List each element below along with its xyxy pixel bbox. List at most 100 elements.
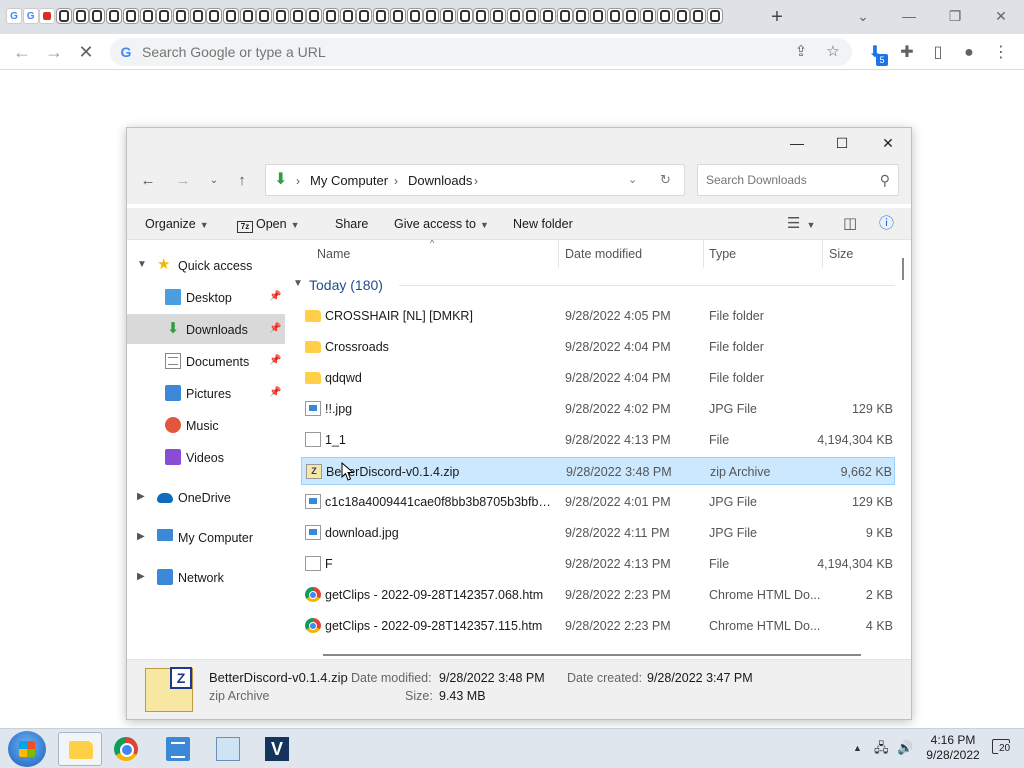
forward-arrow-icon[interactable]: →: [42, 40, 66, 64]
new-tab-button[interactable]: +: [765, 6, 789, 28]
browser-tab[interactable]: [389, 8, 406, 24]
taskbar-monitor-app[interactable]: [206, 732, 250, 766]
browser-tab[interactable]: [706, 8, 723, 24]
column-header-date[interactable]: Date modified: [565, 246, 642, 262]
expand-chevron-icon[interactable]: ▶: [137, 530, 145, 544]
maximize-window-button[interactable]: ☐: [827, 132, 857, 154]
taskbar-v-app[interactable]: V: [255, 732, 299, 766]
scrollbar-thumb[interactable]: [902, 258, 904, 280]
browser-tab[interactable]: [406, 8, 423, 24]
search-input[interactable]: [706, 172, 866, 188]
close-window-button[interactable]: ✕: [873, 132, 903, 154]
back-icon[interactable]: ←: [137, 170, 159, 192]
browser-tab[interactable]: [523, 8, 540, 24]
browser-tab[interactable]: [256, 8, 273, 24]
omnibox-input[interactable]: [142, 42, 782, 62]
browser-tab[interactable]: [439, 8, 456, 24]
file-row[interactable]: BetterDiscord-v0.1.4.zip 9/28/2022 3:48 P…: [301, 457, 895, 485]
browser-tab[interactable]: [72, 8, 89, 24]
address-bar[interactable]: ⬇ › My Computer › Downloads › ⌄ ↻: [265, 164, 685, 196]
browser-tab[interactable]: [56, 8, 73, 24]
up-folder-icon[interactable]: ↑: [231, 170, 253, 192]
downloader-extension-icon[interactable]: ⬇ 5: [864, 42, 888, 66]
browser-tab[interactable]: [573, 8, 590, 24]
browser-tab[interactable]: [623, 8, 640, 24]
browser-tab[interactable]: [656, 8, 673, 24]
expand-chevron-icon[interactable]: ▶: [137, 490, 145, 504]
help-icon[interactable]: ⓘ: [879, 215, 894, 233]
browser-tab[interactable]: [172, 8, 189, 24]
expand-chevron-icon[interactable]: ▶: [137, 570, 145, 584]
breadcrumb-downloads[interactable]: Downloads: [408, 173, 472, 189]
nav-item-network[interactable]: ▶ Network: [127, 562, 285, 592]
profile-avatar-icon[interactable]: ●: [958, 42, 980, 64]
taskbar-chrome[interactable]: [104, 732, 148, 766]
side-panel-icon[interactable]: ▯: [927, 42, 949, 64]
column-header-name[interactable]: Name: [317, 246, 350, 262]
view-options-icon[interactable]: ☰ ▼: [787, 215, 815, 234]
browser-tab[interactable]: [273, 8, 289, 24]
browser-tab[interactable]: [306, 8, 323, 24]
extensions-puzzle-icon[interactable]: ✚: [896, 42, 918, 64]
nav-item-my-computer[interactable]: ▶ My Computer: [127, 522, 285, 552]
file-row[interactable]: qdqwd 9/28/2022 4:04 PM File folder: [301, 364, 895, 392]
expand-chevron-icon[interactable]: ▼: [137, 258, 147, 272]
browser-tab[interactable]: [222, 8, 239, 24]
file-row[interactable]: download.jpg 9/28/2022 4:11 PM JPG File 9 K…: [301, 519, 895, 547]
browser-tab[interactable]: G: [6, 8, 22, 24]
browser-tab[interactable]: [473, 8, 490, 24]
close-browser-button[interactable]: ✕: [989, 6, 1013, 26]
nav-item-music[interactable]: Music: [127, 410, 285, 440]
taskbar-file-explorer[interactable]: [58, 732, 102, 766]
browser-tab[interactable]: G: [22, 8, 39, 24]
browser-tab[interactable]: [156, 8, 173, 24]
browser-tab[interactable]: [556, 8, 573, 24]
browser-tab[interactable]: [489, 8, 506, 24]
horizontal-scrollbar[interactable]: [323, 653, 861, 657]
share-icon[interactable]: ⇪: [792, 43, 810, 61]
nav-quick-access[interactable]: ▼ ★ Quick access: [127, 250, 285, 280]
browser-tab[interactable]: [690, 8, 707, 24]
browser-tab[interactable]: [540, 8, 556, 24]
column-divider[interactable]: [703, 240, 704, 268]
browser-tab[interactable]: [373, 8, 390, 24]
address-history-chevron-icon[interactable]: ⌄: [628, 172, 637, 188]
browser-tab[interactable]: [506, 8, 523, 24]
vertical-scrollbar[interactable]: [900, 258, 906, 654]
new-folder-button[interactable]: New folder: [513, 216, 573, 232]
collapse-chevron-icon[interactable]: ▼: [293, 278, 303, 289]
browser-tab[interactable]: [456, 8, 473, 24]
omnibox[interactable]: G ⇪ ☆: [110, 38, 852, 66]
scrollbar-thumb[interactable]: [323, 654, 861, 656]
breadcrumb-my-computer[interactable]: My Computer: [310, 173, 388, 189]
notification-center-button[interactable]: 20: [992, 738, 1014, 758]
browser-tab[interactable]: [122, 8, 139, 24]
file-row[interactable]: Crossroads 9/28/2022 4:04 PM File folder: [301, 333, 895, 361]
group-header[interactable]: ▼ Today (180): [293, 276, 895, 296]
give-access-button[interactable]: Give access to ▼: [394, 216, 489, 233]
browser-tab[interactable]: [356, 8, 373, 24]
file-row[interactable]: getClips - 2022-09-28T142357.068.htm 9/28…: [301, 581, 895, 609]
browser-tab[interactable]: [206, 8, 223, 24]
file-row[interactable]: F 9/28/2022 4:13 PM File 4,194,304 KB: [301, 550, 895, 578]
clock[interactable]: 4:16 PM 9/28/2022: [918, 733, 988, 763]
stop-loading-icon[interactable]: ✕: [74, 40, 98, 64]
browser-tab[interactable]: [139, 8, 156, 24]
open-button[interactable]: 7z Open ▼: [237, 216, 300, 233]
preview-pane-icon[interactable]: ◫: [843, 215, 857, 233]
column-divider[interactable]: [558, 240, 559, 268]
refresh-icon[interactable]: ↻: [660, 172, 671, 188]
nav-item-pictures[interactable]: Pictures 📌: [127, 378, 285, 408]
start-button[interactable]: [8, 731, 46, 767]
browser-tab[interactable]: [89, 8, 106, 24]
volume-icon[interactable]: 🔊: [897, 740, 913, 756]
nav-item-videos[interactable]: Videos: [127, 442, 285, 472]
restore-browser-button[interactable]: ❐: [943, 6, 967, 26]
nav-item-documents[interactable]: Documents 📌: [127, 346, 285, 376]
browser-tab[interactable]: [339, 8, 356, 24]
file-row[interactable]: 1_1 9/28/2022 4:13 PM File 4,194,304 KB: [301, 426, 895, 454]
browser-tab[interactable]: [606, 8, 623, 24]
share-button[interactable]: Share: [335, 216, 368, 232]
show-hidden-icons-icon[interactable]: ▲: [853, 740, 862, 756]
chrome-menu-icon[interactable]: ⋮: [990, 42, 1012, 64]
